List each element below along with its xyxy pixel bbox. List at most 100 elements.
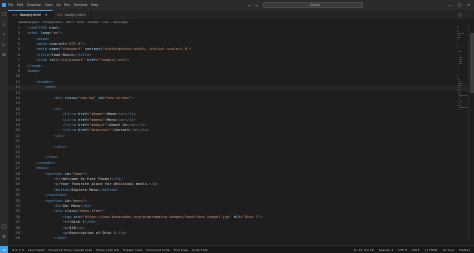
status-item[interactable]: Comment Code: [146, 248, 169, 252]
tab-label: foodprj.html: [64, 12, 86, 17]
minimap[interactable]: [457, 25, 467, 239]
menu-item-go[interactable]: Go: [56, 3, 60, 7]
window-controls: — ▢ ✕: [448, 3, 474, 7]
code-editor[interactable]: 1 <!DOCTYPE html> 2 <html lang="en"> 3 <head…: [8, 25, 474, 239]
breadcrumb-item[interactable]: div.burger: [113, 20, 128, 24]
title-bar: File Edit Selection View Go Run Terminal Help ←…: [0, 0, 474, 10]
code-line[interactable]: 40 </div>: [8, 236, 474, 239]
editor-actions: ◫ ⋯: [458, 10, 474, 19]
minimap-line: [457, 33, 464, 34]
menu-item-help[interactable]: Help: [91, 3, 98, 7]
breadcrumb-item[interactable]: nav: [103, 20, 109, 24]
minimap-line: [457, 39, 458, 40]
status-item[interactable]: Launchpad: [28, 248, 45, 252]
minimap-line: [458, 85, 462, 86]
breadcrumb-separator: ›: [74, 20, 76, 24]
menu-item-run[interactable]: Run: [64, 3, 70, 7]
tab-foodprj-html-2[interactable]: <> foodprj.html: [53, 10, 91, 19]
command-search-box[interactable]: ⌕ Assets: [262, 2, 363, 8]
minimap-line: [458, 61, 463, 62]
status-item[interactable]: Prettier: [459, 248, 470, 252]
status-left: ⊗ 0 ⚠ 0 Launchpad SonarLint focus: overall…: [12, 248, 208, 252]
activity-bar: ❐ ⌕ ⑂ ▷ ⊞ ◯ ⚙: [0, 10, 8, 245]
run-debug-icon[interactable]: ▷: [2, 43, 7, 48]
back-arrow-icon[interactable]: ←: [248, 3, 251, 8]
menu-item-terminal[interactable]: Terminal: [74, 3, 87, 7]
breadcrumb-item[interactable]: assets.project: [18, 20, 39, 24]
status-item[interactable]: Find bugs: [174, 248, 188, 252]
menu-bar: File Edit Selection View Go Run Terminal Help: [8, 3, 98, 7]
minimap-line: [457, 31, 460, 32]
extensions-icon[interactable]: ⊞: [2, 53, 7, 58]
breadcrumb-item[interactable]: foodprj.html: [43, 20, 61, 24]
minimap-line: [457, 35, 460, 36]
status-item[interactable]: Ln 12, Col 26: [354, 248, 374, 252]
minimap-line: [458, 109, 461, 110]
minimap-line: [457, 79, 460, 80]
minimap-line: [457, 75, 459, 76]
breadcrumb-separator: ›: [63, 20, 65, 24]
account-icon[interactable]: ◯: [2, 225, 7, 230]
more-actions-icon[interactable]: ⋯: [466, 13, 470, 17]
status-item[interactable]: {} HTML: [425, 248, 438, 252]
status-item[interactable]: UTF-8: [398, 248, 407, 252]
maximize-button[interactable]: ▢: [458, 3, 461, 7]
breadcrumb-separator: ›: [85, 20, 87, 24]
minimap-line: [458, 91, 460, 92]
minimap-line: [458, 103, 459, 104]
minimize-button[interactable]: —: [448, 3, 452, 7]
minimap-line: [457, 37, 462, 38]
breadcrumb-separator: ›: [110, 20, 112, 24]
menu-item-selection[interactable]: Selection: [27, 3, 42, 7]
settings-gear-icon[interactable]: ⚙: [2, 235, 7, 240]
breadcrumb-item[interactable]: header: [88, 20, 99, 24]
status-item[interactable]: Spaces: 4: [379, 248, 394, 252]
tab-foodprj-html[interactable]: <> foodprj.html ✕: [8, 10, 53, 19]
scrollbar-thumb[interactable]: [470, 33, 474, 93]
status-item[interactable]: ⊗ 0 ⚠ 0: [12, 248, 24, 252]
search-view-icon[interactable]: ⌕: [2, 23, 7, 28]
remote-indicator-icon[interactable]: ⋊: [0, 245, 8, 253]
status-item[interactable]: Go Live: [443, 248, 454, 252]
breadcrumb-item[interactable]: body: [77, 20, 84, 24]
split-editor-icon[interactable]: ◫: [458, 13, 461, 17]
minimap-line: [458, 105, 461, 106]
minimap-line: [458, 51, 462, 52]
vscode-logo-icon: [0, 0, 8, 10]
minimap-line: [458, 97, 461, 98]
status-item[interactable]: Share code link: [96, 248, 119, 252]
menu-item-view[interactable]: View: [45, 3, 53, 7]
minimap-line: [457, 41, 458, 42]
minimap-line: [458, 63, 463, 64]
menu-item-edit[interactable]: Edit: [17, 3, 23, 7]
nav-arrows: ← →: [248, 3, 258, 8]
status-bar: ⋊ ⊗ 0 ⚠ 0 Launchpad SonarLint focus: overa…: [0, 245, 474, 253]
minimap-line: [458, 83, 463, 84]
line-number: 40: [15, 236, 20, 239]
status-right: Ln 12, Col 26 Spaces: 4 UTF-8 CRLF {} HTML Go…: [354, 248, 474, 252]
explorer-icon[interactable]: ❐: [2, 13, 7, 18]
minimap-line: [457, 87, 459, 88]
status-item[interactable]: CRLF: [412, 248, 420, 252]
minimap-line: [458, 95, 467, 96]
minimap-line: [457, 73, 459, 74]
status-item[interactable]: SonarLint focus: overall code: [48, 248, 92, 252]
close-window-button[interactable]: ✕: [467, 3, 470, 7]
breadcrumb-separator: ›: [100, 20, 102, 24]
menu-item-file[interactable]: File: [8, 3, 13, 7]
minimap-line: [457, 89, 460, 90]
breadcrumb-item[interactable]: html: [66, 20, 73, 24]
minimap-line: [457, 29, 458, 30]
minimap-line: [458, 101, 462, 102]
status-item[interactable]: Explain code: [123, 248, 142, 252]
minimap-line: [457, 77, 458, 78]
editor-tabs: <> foodprj.html ✕ <> foodprj.html ◫ ⋯: [8, 10, 474, 19]
code-text: </div>: [53, 236, 68, 239]
minimap-line: [458, 59, 462, 60]
source-control-icon[interactable]: ⑂: [2, 33, 7, 38]
forward-arrow-icon[interactable]: →: [255, 3, 258, 8]
close-tab-icon[interactable]: ✕: [45, 13, 48, 17]
vertical-scrollbar[interactable]: [468, 25, 474, 239]
status-item[interactable]: Code Chat: [192, 248, 208, 252]
minimap-line: [458, 57, 462, 58]
